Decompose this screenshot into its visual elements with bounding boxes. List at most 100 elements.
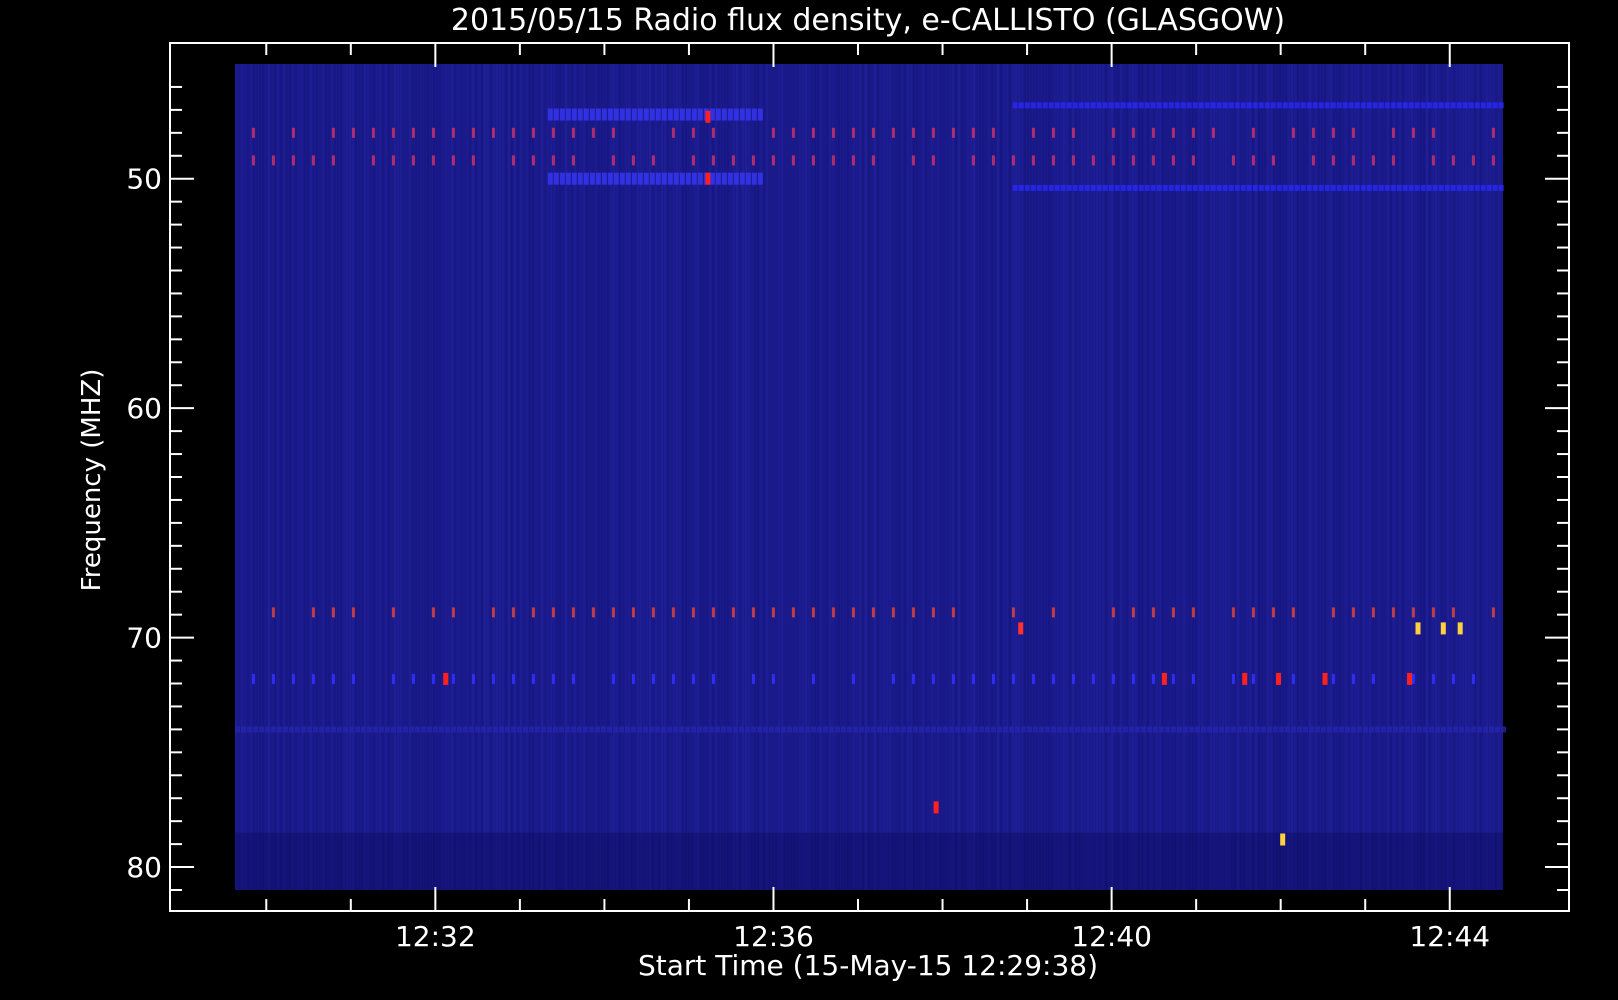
texture-stripe <box>946 64 948 890</box>
band-mark <box>1354 102 1360 109</box>
band-mark <box>1399 726 1404 733</box>
band-mark <box>291 673 295 684</box>
band-mark <box>351 607 355 618</box>
texture-stripe <box>973 64 975 890</box>
band-mark <box>1267 726 1272 733</box>
band-mark <box>1151 155 1155 166</box>
band-mark <box>553 726 558 733</box>
texture-stripe <box>331 64 333 890</box>
band-mark <box>1378 102 1384 109</box>
texture-stripe <box>586 64 588 890</box>
texture-stripe <box>925 64 927 890</box>
band-mark <box>343 726 348 733</box>
texture-stripe <box>277 64 279 890</box>
band-mark <box>541 726 546 733</box>
band-mark <box>1336 102 1342 109</box>
band-mark <box>889 726 894 733</box>
texture-stripe <box>367 64 369 890</box>
band-mark <box>1324 184 1330 191</box>
band-mark <box>1491 607 1495 618</box>
band-mark <box>1159 726 1164 733</box>
band-mark <box>431 607 435 618</box>
texture-stripe <box>793 64 795 890</box>
texture-stripe <box>994 64 996 890</box>
band-mark <box>711 127 715 138</box>
band-mark <box>1071 155 1075 166</box>
texture-stripe <box>301 64 303 890</box>
texture-stripe <box>910 64 912 890</box>
band-mark <box>1108 102 1114 109</box>
band-mark <box>1111 155 1115 166</box>
band-mark <box>1111 673 1115 684</box>
band-mark <box>685 172 691 185</box>
band-mark <box>1015 726 1020 733</box>
band-mark <box>1431 673 1435 684</box>
band-mark <box>1462 102 1468 109</box>
band-mark <box>451 673 455 684</box>
band-mark <box>1291 726 1296 733</box>
band-mark <box>721 726 726 733</box>
band-mark <box>715 172 721 185</box>
band-mark <box>1231 607 1235 618</box>
band-mark <box>1174 102 1180 109</box>
texture-stripe <box>631 64 633 890</box>
band-mark <box>931 155 935 166</box>
band-mark <box>421 726 426 733</box>
band-mark <box>471 127 475 138</box>
band-mark <box>1318 102 1324 109</box>
band-mark <box>1031 673 1035 684</box>
band-mark <box>1198 102 1204 109</box>
band-mark <box>1271 155 1275 166</box>
band-mark <box>985 726 990 733</box>
band-mark <box>1391 127 1395 138</box>
texture-stripe <box>820 64 822 890</box>
band-mark <box>271 726 276 733</box>
band-mark <box>763 726 768 733</box>
texture-stripe <box>493 64 495 890</box>
band-mark <box>551 155 555 166</box>
band-mark <box>711 607 715 618</box>
band-mark <box>805 726 810 733</box>
texture-stripe <box>826 64 828 890</box>
band-mark <box>1480 184 1486 191</box>
texture-stripe <box>466 64 468 890</box>
band-mark <box>1414 102 1420 109</box>
band-mark <box>643 726 648 733</box>
texture-stripe <box>310 64 312 890</box>
band-mark <box>691 155 695 166</box>
band-mark <box>925 726 930 733</box>
texture-stripe <box>376 64 378 890</box>
band-mark <box>1186 184 1192 191</box>
texture-stripe <box>388 64 390 890</box>
band-mark <box>1096 102 1102 109</box>
band-mark <box>411 155 415 166</box>
texture-stripe <box>565 64 567 890</box>
band-mark <box>1450 102 1456 109</box>
texture-stripe <box>340 64 342 890</box>
band-mark <box>551 127 555 138</box>
band-mark <box>1465 726 1470 733</box>
texture-stripe <box>652 64 654 890</box>
band-mark <box>331 127 335 138</box>
band-mark <box>619 726 624 733</box>
texture-stripe <box>634 64 636 890</box>
band-mark <box>577 108 583 121</box>
band-mark <box>757 172 763 185</box>
band-mark <box>1151 127 1155 138</box>
band-mark <box>1191 673 1195 684</box>
band-mark <box>1336 184 1342 191</box>
texture-stripe <box>433 64 435 890</box>
band-mark <box>697 172 703 185</box>
hot-spot <box>1440 622 1446 635</box>
texture-stripe <box>280 64 282 890</box>
texture-stripe <box>952 64 954 890</box>
band-mark <box>1390 102 1396 109</box>
texture-stripe <box>649 64 651 890</box>
texture-stripe <box>724 64 726 890</box>
band-mark <box>971 673 975 684</box>
band-mark <box>1471 726 1476 733</box>
band-mark <box>1396 102 1402 109</box>
band-mark <box>1498 184 1504 191</box>
texture-stripe <box>484 64 486 890</box>
hot-spot <box>1322 672 1328 685</box>
